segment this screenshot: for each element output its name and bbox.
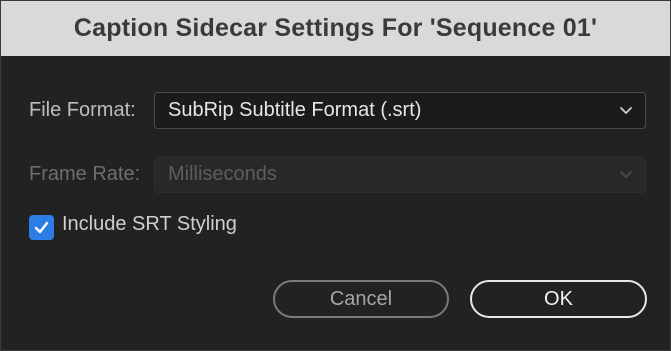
caption-sidecar-settings-dialog: Caption Sidecar Settings For 'Sequence 0…: [0, 0, 671, 351]
frame-rate-label: Frame Rate:: [29, 163, 141, 185]
file-format-label: File Format:: [29, 99, 136, 121]
file-format-value: SubRip Subtitle Format (.srt): [168, 99, 422, 121]
dialog-title: Caption Sidecar Settings For 'Sequence 0…: [73, 14, 598, 42]
include-srt-styling-checkbox[interactable]: [29, 215, 54, 240]
frame-rate-dropdown: Milliseconds: [154, 156, 646, 193]
dialog-title-bar: Caption Sidecar Settings For 'Sequence 0…: [1, 1, 670, 56]
frame-rate-value: Milliseconds: [168, 163, 277, 185]
checkmark-icon: [34, 221, 49, 234]
cancel-button[interactable]: Cancel: [273, 280, 449, 318]
chevron-down-icon: [620, 171, 632, 178]
include-srt-styling-label[interactable]: Include SRT Styling: [62, 213, 237, 236]
ok-button[interactable]: OK: [470, 280, 647, 318]
file-format-dropdown[interactable]: SubRip Subtitle Format (.srt): [154, 92, 646, 129]
chevron-down-icon: [620, 107, 632, 114]
